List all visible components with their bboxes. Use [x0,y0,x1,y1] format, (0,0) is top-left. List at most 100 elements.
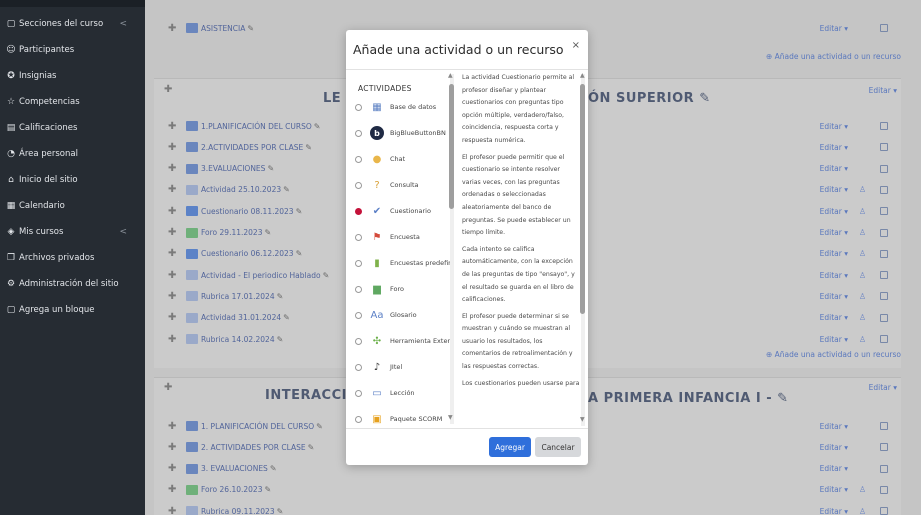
sidebar-item-archivos[interactable]: ❐ Archivos privados [0,248,145,268]
editar-menu[interactable]: Editar ▾ [820,485,848,494]
completion-checkbox[interactable] [880,185,888,194]
activity-option[interactable]: ▭ Lección [346,380,446,406]
sidebar-item-calendario[interactable]: ▦ Calendario [0,196,145,216]
pencil-icon[interactable]: ✎ [283,185,290,194]
close-icon[interactable]: × [572,40,580,51]
activity-option[interactable]: ▦ Base de datos [346,94,446,120]
user-icon[interactable]: ♙ [859,249,866,258]
activity-name[interactable]: Actividad 31.01.2024 [201,313,281,322]
editar-menu[interactable]: Editar ▾ [820,443,848,452]
sidebar-item-area-personal[interactable]: ◔ Área personal [0,144,145,164]
editar-menu[interactable]: Editar ▾ [820,122,848,131]
move-icon[interactable]: ✚ [168,227,182,238]
activity-option[interactable]: ● Chat [346,146,446,172]
editar-menu[interactable]: Editar ▾ [820,249,848,258]
activity-name[interactable]: Cuestionario 06.12.2023 [201,249,294,258]
activity-name[interactable]: Actividad - El periodico Hablado [201,271,321,280]
activity-option[interactable]: ▣ Paquete SCORM [346,406,446,428]
completion-checkbox[interactable] [880,122,888,130]
completion-checkbox[interactable] [880,422,888,430]
scroll-down-icon[interactable]: ▼ [448,414,453,421]
move-icon[interactable]: ✚ [168,163,182,174]
sidebar-item-competencias[interactable]: ☆ Competencias [0,92,145,112]
radio-button[interactable] [355,181,362,189]
move-icon[interactable]: ✚ [168,421,182,432]
completion-checkbox[interactable] [880,313,888,322]
pencil-icon[interactable]: ✎ [277,292,284,301]
scrollbar-thumb[interactable] [580,84,585,314]
activity-option[interactable]: ⚑ Encuesta [346,224,446,250]
move-icon[interactable]: ✚ [164,84,172,95]
activity-option[interactable]: ▮ Encuestas predefinidas [346,250,451,276]
editar-menu[interactable]: Editar ▾ [820,292,848,301]
scroll-up-icon[interactable]: ▲ [448,72,453,79]
user-icon[interactable]: ♙ [859,271,866,280]
activity-name[interactable]: 3. EVALUACIONES [201,464,268,473]
editar-menu[interactable]: Editar ▾ [820,185,848,194]
pencil-icon[interactable]: ✎ [264,228,271,237]
move-icon[interactable]: ✚ [168,270,182,281]
user-icon[interactable]: ♙ [859,335,866,344]
agregar-button[interactable]: Agregar [489,437,531,457]
activity-row[interactable]: ✚ Foro 26.10.2023 ✎ Editar ▾ ♙ [168,480,898,500]
user-icon[interactable]: ♙ [859,485,866,494]
user-icon[interactable]: ♙ [859,207,866,216]
activity-row[interactable]: ✚ Rubrica 09.11.2023 ✎ Editar ▾ ♙ [168,501,898,515]
activity-name[interactable]: Actividad 25.10.2023 [201,185,281,194]
editar-menu[interactable]: Editar ▾ [820,271,848,280]
move-icon[interactable]: ✚ [168,206,182,217]
move-icon[interactable]: ✚ [168,334,182,345]
sidebar-item-calificaciones[interactable]: ▤ Calificaciones [0,118,145,138]
sidebar-item-administracion[interactable]: ⚙ Administración del sitio [0,274,145,294]
pencil-icon[interactable]: ✎ [264,485,271,494]
add-activity-link[interactable]: ⊕ Añade una actividad o un recurso [766,52,901,61]
activity-name[interactable]: Foro 29.11.2023 [201,228,262,237]
completion-checkbox[interactable] [880,207,888,216]
scroll-up-icon[interactable]: ▲ [580,72,585,79]
user-icon[interactable]: ♙ [859,313,866,322]
completion-checkbox[interactable] [880,335,888,343]
radio-button[interactable] [355,415,362,423]
sidebar-item-participantes[interactable]: ☺ Participantes [0,40,145,60]
pencil-icon[interactable]: ✎ [323,271,330,280]
activity-name[interactable]: Foro 26.10.2023 [201,485,262,494]
editar-menu[interactable]: Editar ▾ [820,24,848,33]
activity-option[interactable]: Aa Glosario [346,302,446,328]
radio-button[interactable] [355,129,362,137]
sidebar-item-secciones[interactable]: ▢ Secciones del curso < [0,14,145,34]
completion-checkbox[interactable] [880,464,888,473]
add-activity-link[interactable]: ⊕ Añade una actividad o un recurso [766,350,901,359]
radio-button[interactable] [355,155,362,163]
editar-menu[interactable]: Editar ▾ [820,228,848,237]
activity-option[interactable]: b BigBlueButtonBN [346,120,446,146]
section-editar-menu[interactable]: Editar ▾ [869,383,897,392]
completion-checkbox[interactable] [880,164,888,173]
sidebar-item-inicio[interactable]: ⌂ Inicio del sitio [0,170,145,190]
editar-menu[interactable]: Editar ▾ [820,207,848,216]
editar-menu[interactable]: Editar ▾ [820,143,848,152]
activity-name[interactable]: Cuestionario 08.11.2023 [201,207,294,216]
move-icon[interactable]: ✚ [168,463,182,474]
activity-name[interactable]: ASISTENCIA [201,24,245,33]
move-icon[interactable]: ✚ [168,142,182,153]
activity-option[interactable]: ✔ Cuestionario [346,198,446,224]
completion-checkbox[interactable] [880,443,888,452]
pencil-icon[interactable]: ✎ [308,443,315,452]
chevron-left-icon[interactable]: < [119,19,127,29]
move-icon[interactable]: ✚ [168,484,182,495]
radio-button[interactable] [355,207,362,215]
radio-button[interactable] [355,337,362,345]
move-icon[interactable]: ✚ [168,121,182,132]
user-icon[interactable]: ♙ [859,228,866,237]
pencil-icon[interactable]: ✎ [296,249,303,258]
editar-menu[interactable]: Editar ▾ [820,464,848,473]
activity-name[interactable]: 1. PLANIFICACIÓN DEL CURSO [201,422,314,431]
activity-option[interactable]: ▆ Foro [346,276,446,302]
description-scrollbar[interactable]: ▲ ▼ [580,72,586,426]
radio-button[interactable] [355,389,362,397]
radio-button[interactable] [355,103,362,111]
pencil-icon[interactable]: ✎ [316,422,323,431]
activity-name[interactable]: 2.ACTIVIDADES POR CLASE [201,143,303,152]
radio-button[interactable] [355,285,362,293]
activities-scrollbar[interactable]: ▲ ▼ [448,72,454,424]
